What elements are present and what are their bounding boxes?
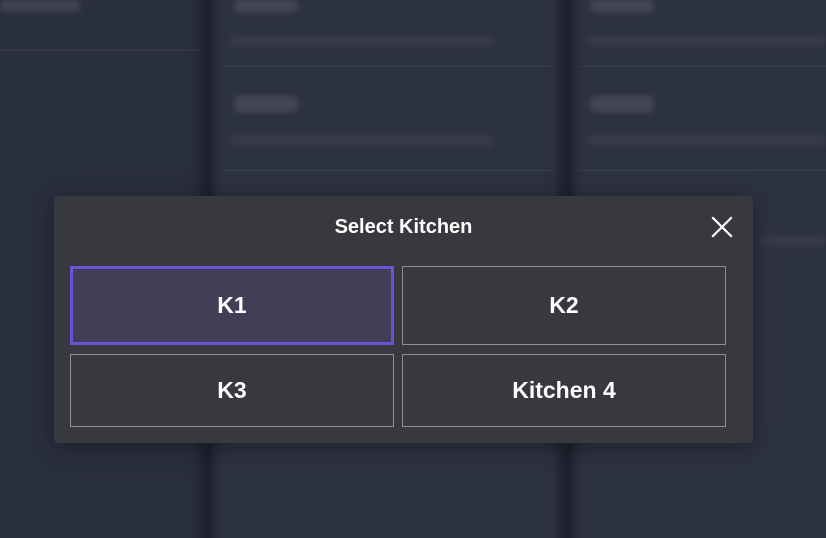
kitchen-option-label: K1 [217,292,247,318]
kitchen-option-kitchen-4[interactable]: Kitchen 4 [402,354,726,427]
background-text-blur [230,136,494,146]
background-text-blur [760,236,826,246]
background-text-blur [230,36,494,46]
background-text-blur [588,36,826,46]
kitchen-option-k2[interactable]: K2 [402,266,726,345]
kitchen-option-k1[interactable]: K1 [70,266,394,345]
background-divider [222,66,552,67]
background-text-blur [590,96,654,112]
background-text-blur [0,0,80,12]
background-divider [580,66,826,67]
kitchen-option-label: K3 [217,377,247,403]
background-text-blur [234,96,298,112]
background-divider [580,170,826,171]
background-text-blur [588,136,826,146]
background-text-blur [234,0,298,12]
select-kitchen-dialog: Select Kitchen K1 K2 K3 Kitchen 4 [54,196,753,443]
kitchen-option-k3[interactable]: K3 [70,354,394,427]
background-text-blur [590,0,654,12]
background-divider [0,50,200,51]
close-button[interactable] [710,215,734,239]
kitchen-option-label: Kitchen 4 [512,377,616,403]
kitchen-option-label: K2 [549,292,579,318]
dialog-title: Select Kitchen [334,216,473,238]
close-icon [711,216,733,238]
background-divider [222,170,552,171]
